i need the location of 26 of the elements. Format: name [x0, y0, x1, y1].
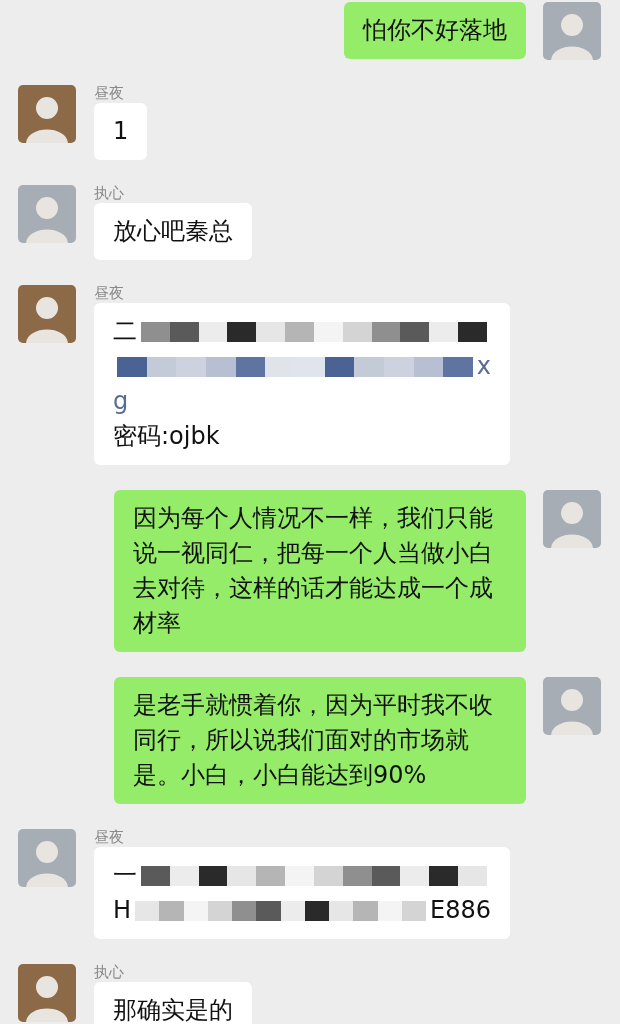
avatar[interactable]: [543, 2, 601, 60]
message-bubble: 1: [94, 103, 148, 160]
link-text: g: [113, 386, 129, 417]
message-bubble: 怕你不好落地: [344, 2, 526, 59]
message-bubble: 放心吧秦总: [94, 203, 252, 260]
avatar[interactable]: [543, 677, 601, 735]
message-text: E886: [430, 895, 491, 926]
avatar[interactable]: [18, 285, 76, 343]
link-text: x: [476, 351, 491, 382]
sender-name: 昼夜: [94, 84, 124, 103]
message-bubble: 那确实是的: [94, 982, 252, 1024]
sender-name: 执心: [94, 963, 124, 982]
avatar[interactable]: [18, 829, 76, 887]
avatar[interactable]: [543, 490, 601, 548]
sender-name: 昼夜: [94, 284, 124, 303]
sender-name: 昼夜: [94, 828, 124, 847]
avatar[interactable]: [18, 964, 76, 1022]
message-text: 一: [113, 860, 137, 891]
sender-name: 执心: [94, 184, 124, 203]
message-bubble: 是老手就惯着你，因为平时我不收同行，所以说我们面对的市场就是。小白，小白能达到90%: [114, 677, 526, 804]
message-text: H: [113, 895, 132, 926]
avatar[interactable]: [18, 85, 76, 143]
message-bubble: 因为每个人情况不一样，我们只能说一视同仁，把每一个人当做小白去对待，这样的话才能达成一个成材率: [114, 490, 526, 652]
message-text: 密码:ojbk: [113, 421, 220, 452]
avatar[interactable]: [18, 185, 76, 243]
message-text: 二: [113, 316, 137, 347]
